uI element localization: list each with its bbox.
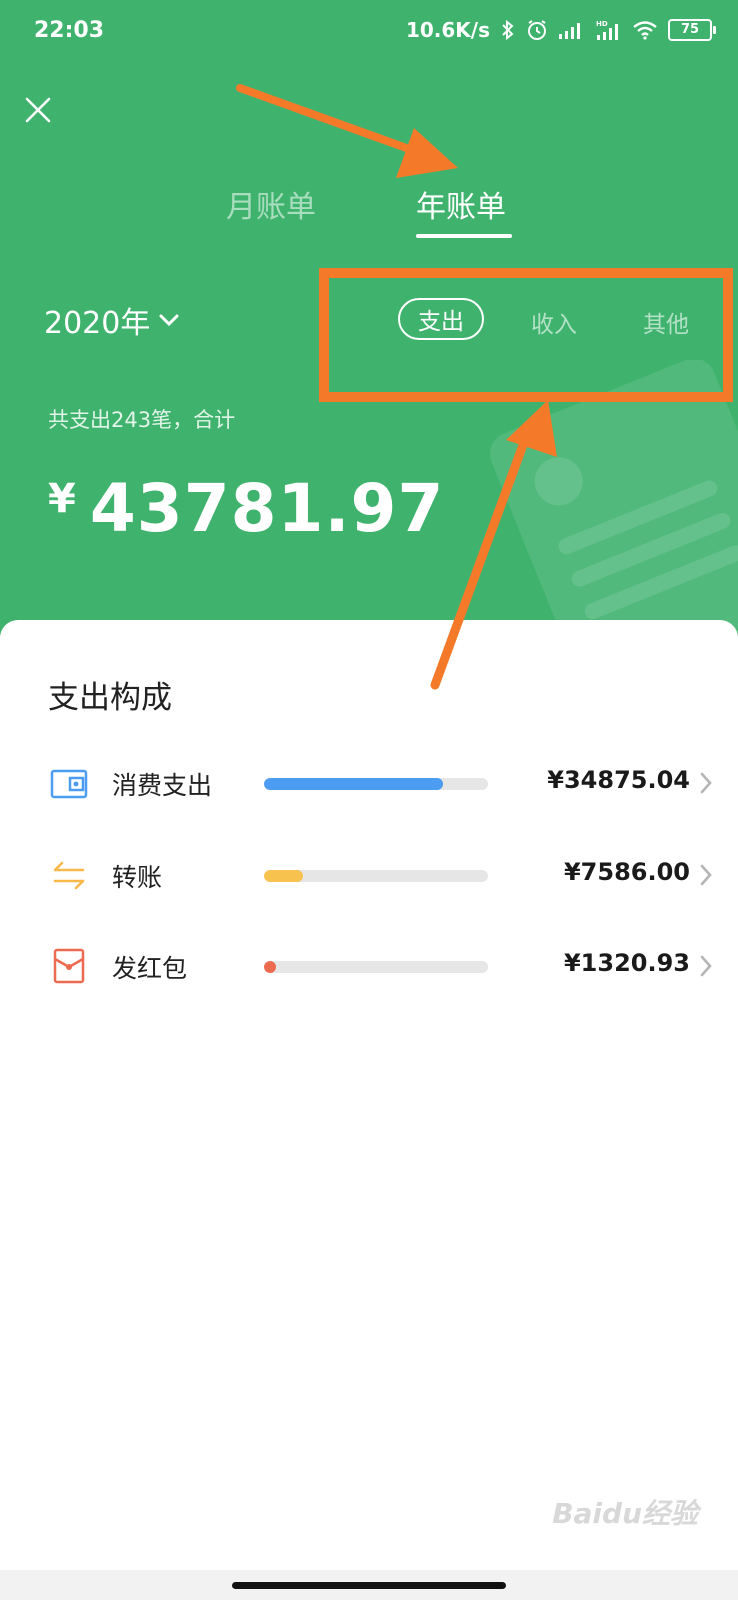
row-amount: ¥1320.93 bbox=[563, 949, 690, 977]
home-indicator[interactable] bbox=[232, 1582, 506, 1589]
bluetooth-icon bbox=[500, 19, 516, 41]
active-tab-indicator bbox=[416, 234, 512, 238]
progress-bar bbox=[264, 870, 488, 882]
close-icon bbox=[25, 97, 51, 123]
segment-other[interactable]: 其他 bbox=[643, 305, 689, 339]
chevron-right-icon bbox=[700, 864, 712, 886]
tab-monthly-bill[interactable]: 月账单 bbox=[226, 182, 316, 226]
row-label: 发红包 bbox=[112, 954, 188, 983]
watermark: Baidu经验 bbox=[552, 1497, 698, 1530]
battery-icon: 75 bbox=[668, 19, 716, 41]
wifi-icon bbox=[632, 20, 658, 40]
year-label: 2020年 bbox=[44, 306, 151, 341]
progress-fill bbox=[264, 778, 443, 790]
status-icons: 10.6K/s HD 75 bbox=[405, 18, 716, 42]
chevron-right-icon bbox=[700, 772, 712, 794]
tab-yearly-bill[interactable]: 年账单 bbox=[416, 182, 506, 226]
chevron-right-icon bbox=[700, 955, 712, 977]
wallet-icon bbox=[50, 769, 88, 799]
breakdown-row-transfer[interactable]: 转账 ¥7586.00 bbox=[0, 840, 738, 910]
header: 22:03 10.6K/s HD 75 月账单 年账单 2020年 支出 收入 … bbox=[0, 0, 738, 660]
breakdown-row-red-envelope[interactable]: 发红包 ¥1320.93 bbox=[0, 931, 738, 1001]
row-amount: ¥7586.00 bbox=[563, 858, 690, 886]
row-label: 消费支出 bbox=[112, 771, 213, 800]
progress-fill bbox=[264, 870, 303, 882]
segment-income[interactable]: 收入 bbox=[531, 305, 577, 339]
status-bar: 22:03 10.6K/s HD 75 bbox=[0, 0, 738, 64]
row-amount: ¥34875.04 bbox=[547, 766, 690, 794]
signal-icon bbox=[558, 20, 584, 40]
svg-text:HD: HD bbox=[596, 20, 608, 28]
progress-bar bbox=[264, 961, 488, 973]
decorative-bill-illustration bbox=[489, 360, 738, 660]
breakdown-title: 支出构成 bbox=[48, 680, 172, 716]
year-selector[interactable]: 2020年 bbox=[44, 298, 180, 342]
progress-bar bbox=[264, 778, 488, 790]
total-value: 43781.97 bbox=[89, 470, 445, 547]
red-envelope-icon bbox=[53, 948, 85, 984]
expense-breakdown-card: 支出构成 消费支出 ¥34875.04 转账 ¥7586.00 发红包 ¥132… bbox=[0, 620, 738, 1600]
summary-text: 共支出243笔，合计 bbox=[48, 408, 236, 432]
transfer-icon bbox=[53, 861, 85, 890]
breakdown-row-consumption[interactable]: 消费支出 ¥34875.04 bbox=[0, 748, 738, 818]
network-speed: 10.6K/s bbox=[405, 18, 490, 42]
close-button[interactable] bbox=[18, 90, 58, 130]
status-time: 22:03 bbox=[34, 18, 105, 43]
segment-expense[interactable]: 支出 bbox=[398, 298, 484, 340]
row-label: 转账 bbox=[112, 863, 163, 892]
chevron-down-icon bbox=[159, 314, 179, 327]
total-amount: ¥ 43781.97 bbox=[48, 470, 444, 547]
progress-fill bbox=[264, 961, 276, 973]
hd-signal-icon: HD bbox=[594, 19, 622, 41]
alarm-icon bbox=[526, 19, 548, 41]
currency-symbol: ¥ bbox=[48, 476, 76, 522]
